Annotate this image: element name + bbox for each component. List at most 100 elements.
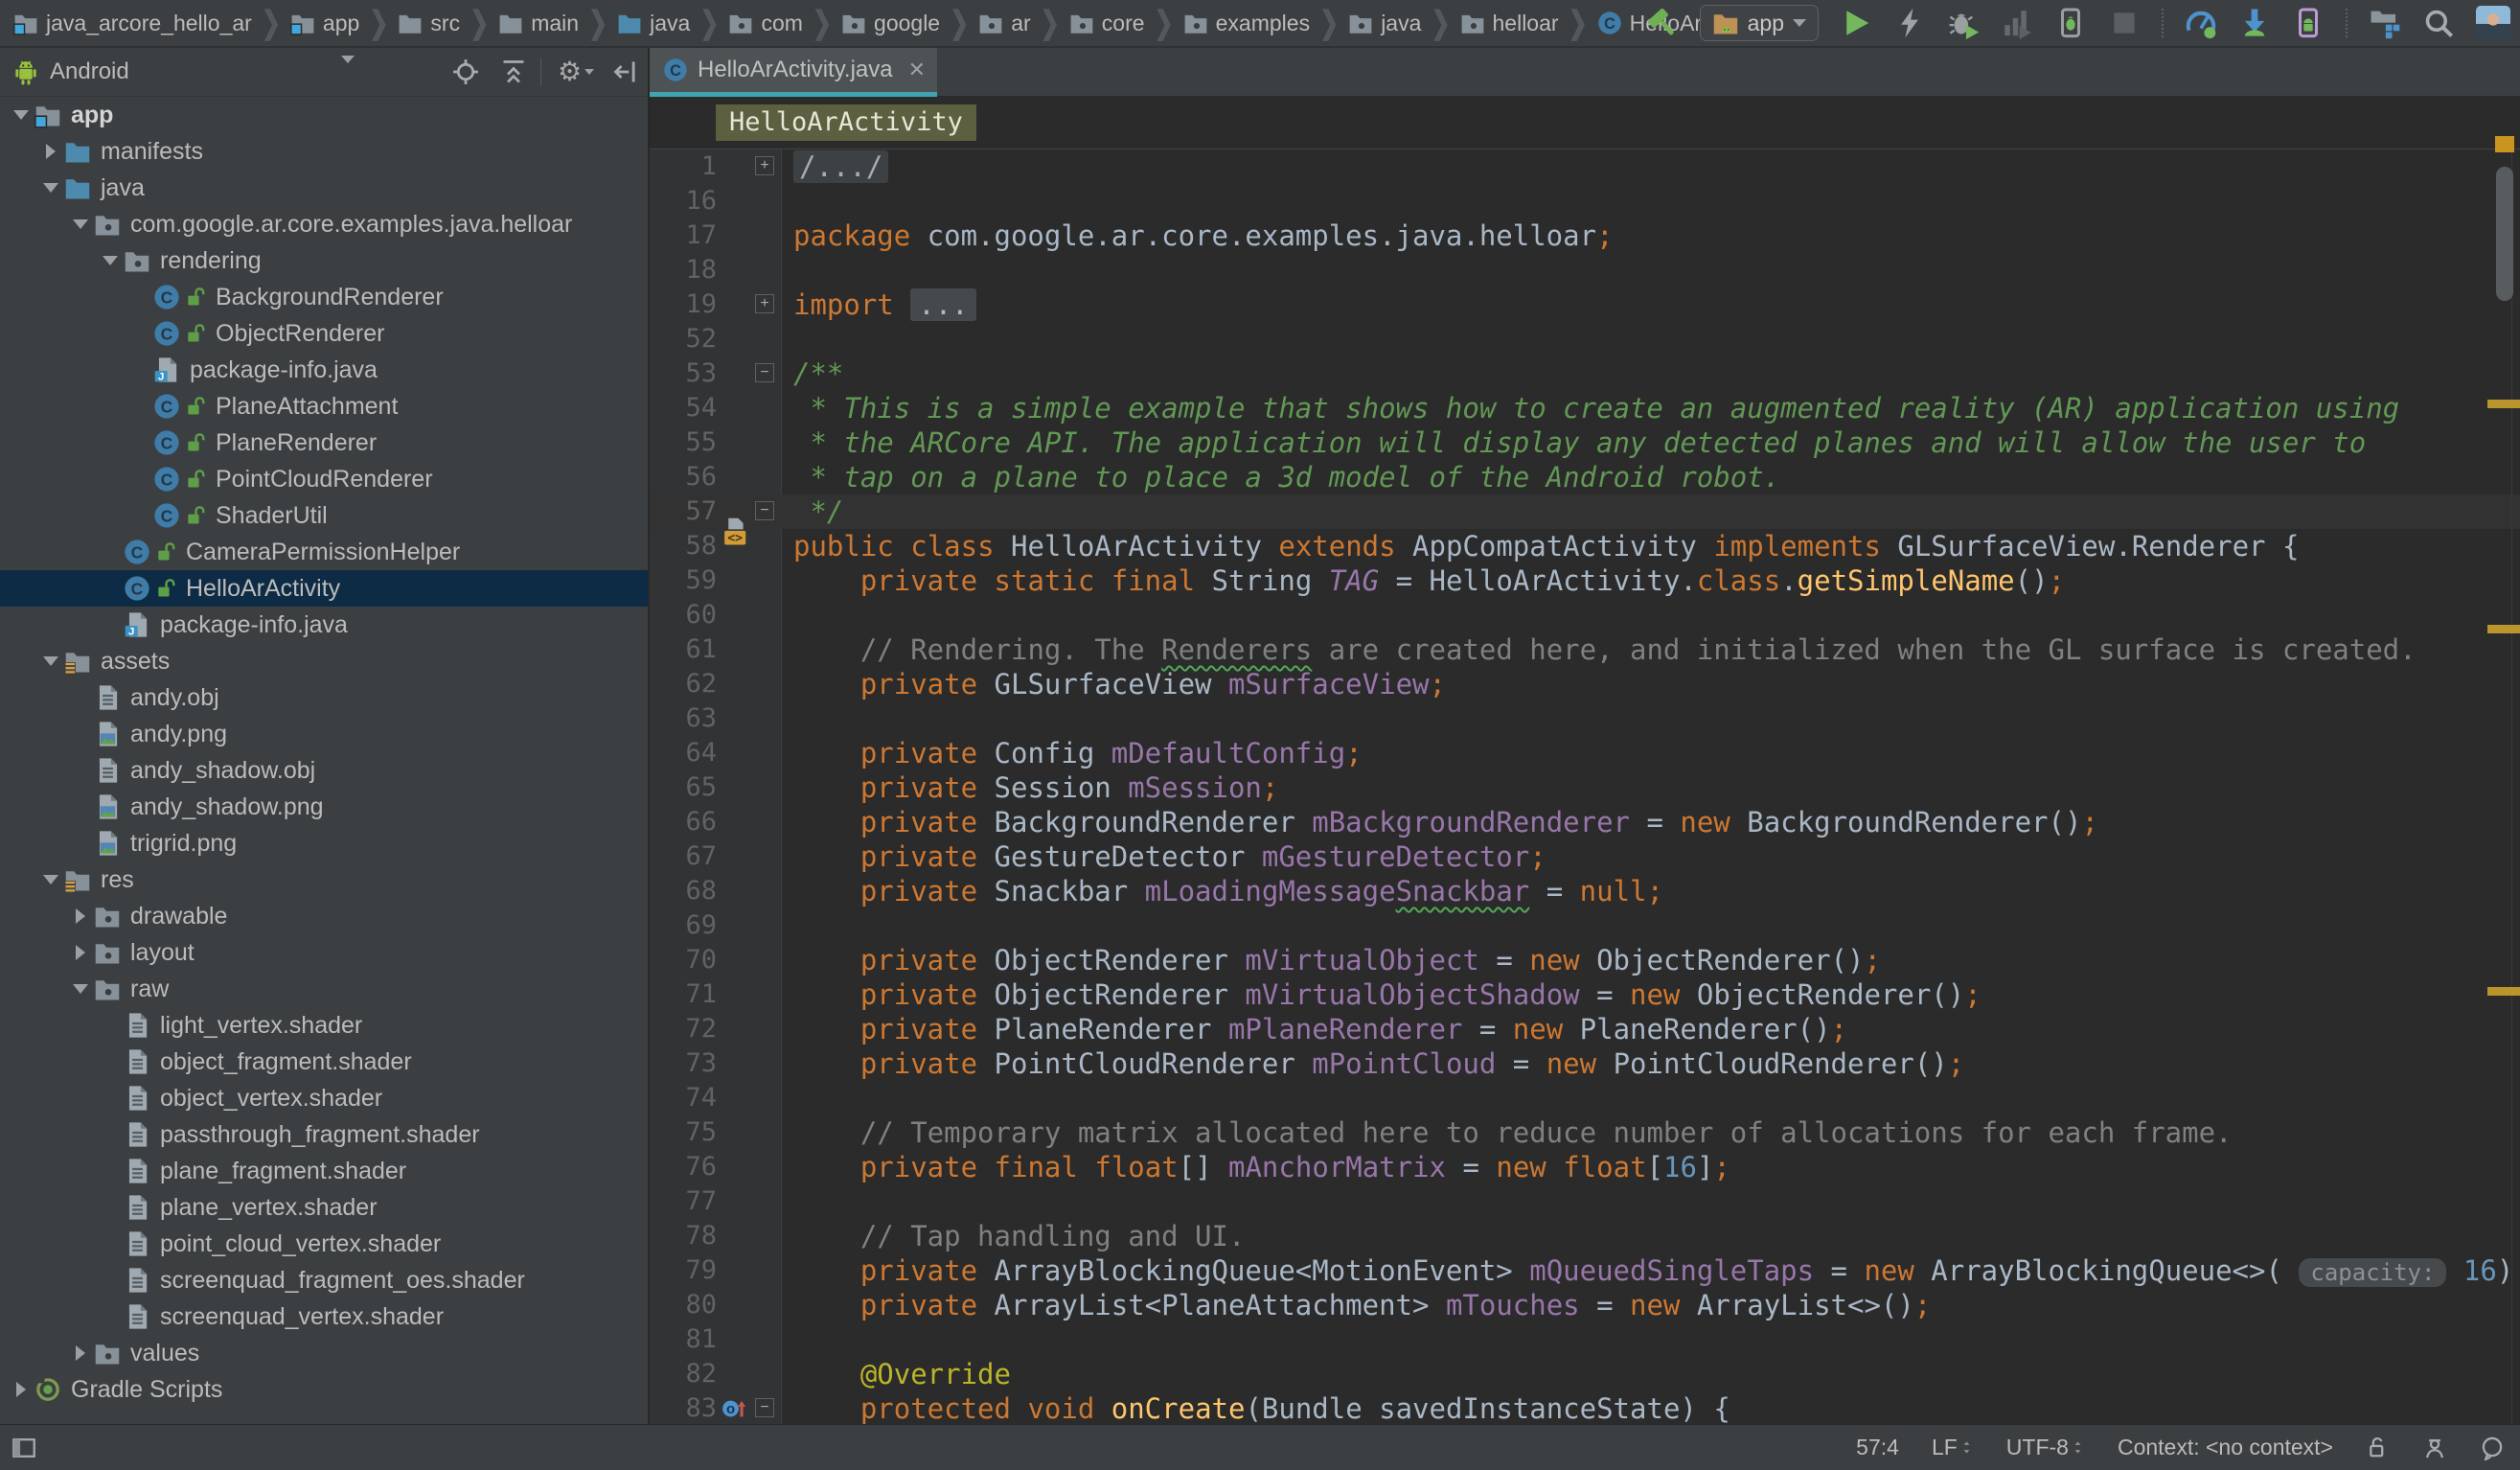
chevron-expanded-icon[interactable] [67, 984, 94, 994]
code-editor[interactable]: 1+/.../1617package com.google.ar.core.ex… [650, 149, 2520, 1424]
tree-item[interactable]: passthrough_fragment.shader [0, 1116, 648, 1153]
code-line[interactable]: 66 private BackgroundRenderer mBackgroun… [650, 805, 2520, 839]
tree-item[interactable]: CShaderUtil [0, 497, 648, 534]
tree-item[interactable]: CObjectRenderer [0, 315, 648, 352]
code-line[interactable]: 59 private static final String TAG = Hel… [650, 563, 2520, 598]
breadcrumb-item[interactable]: google [841, 11, 940, 36]
code-line[interactable]: 79 private ArrayBlockingQueue<MotionEven… [650, 1253, 2520, 1288]
code-line[interactable]: 61 // Rendering. The Renderers are creat… [650, 632, 2520, 667]
tree-item[interactable]: trigrid.png [0, 825, 648, 861]
tree-item[interactable]: CHelloArActivity [0, 570, 648, 607]
tree-item[interactable]: andy.obj [0, 679, 648, 716]
tree-item[interactable]: CPlaneAttachment [0, 388, 648, 425]
breadcrumb-item[interactable]: com [728, 11, 802, 36]
android-profiler-icon[interactable] [2185, 7, 2217, 39]
close-icon[interactable]: ✕ [908, 57, 926, 82]
tree-item[interactable]: point_cloud_vertex.shader [0, 1226, 648, 1262]
tree-item[interactable]: manifests [0, 133, 648, 170]
code-line[interactable]: 1+/.../ [650, 149, 2520, 184]
build-hammer-icon[interactable] [1646, 7, 1679, 39]
code-line[interactable]: 56 * tap on a plane to place a 3d model … [650, 460, 2520, 494]
breadcrumb-item[interactable]: helloar [1460, 11, 1559, 36]
code-line[interactable]: 57− */ [650, 494, 2520, 529]
notification-bubble-icon[interactable] [2480, 1436, 2505, 1460]
code-line[interactable]: 17package com.google.ar.core.examples.ja… [650, 218, 2520, 253]
tree-item[interactable]: Jpackage-info.java [0, 607, 648, 643]
caret-position[interactable]: 57:4 [1856, 1435, 1899, 1460]
tree-item[interactable]: Jpackage-info.java [0, 352, 648, 388]
breadcrumb-item[interactable]: examples [1183, 11, 1310, 36]
tree-item[interactable]: java [0, 170, 648, 206]
code-line[interactable]: 80 private ArrayList<PlaneAttachment> mT… [650, 1288, 2520, 1322]
chevron-collapsed-icon[interactable] [67, 1345, 94, 1361]
collapse-all-icon[interactable] [500, 58, 527, 85]
code-line[interactable]: 19+import ... [650, 287, 2520, 322]
line-separator-widget[interactable]: LF [1932, 1435, 1974, 1460]
breadcrumb-item[interactable]: src [398, 11, 460, 36]
fold-expand-icon[interactable]: + [755, 294, 774, 313]
code-line[interactable]: 82 @Override [650, 1357, 2520, 1391]
code-line[interactable]: 76 private final float[] mAnchorMatrix =… [650, 1150, 2520, 1184]
tree-item[interactable]: layout [0, 934, 648, 971]
tree-item[interactable]: CPlaneRenderer [0, 425, 648, 461]
tree-item[interactable]: values [0, 1335, 648, 1371]
breadcrumb-item[interactable]: core [1069, 11, 1145, 36]
tree-item[interactable]: CCameraPermissionHelper [0, 534, 648, 570]
error-stripe-mark[interactable] [2487, 625, 2520, 633]
chevron-down-icon[interactable] [341, 63, 355, 80]
fold-collapse-icon[interactable]: − [755, 363, 774, 382]
chevron-expanded-icon[interactable] [37, 656, 64, 666]
chevron-collapsed-icon[interactable] [37, 144, 64, 159]
tree-item[interactable]: rendering [0, 242, 648, 279]
code-line[interactable]: 60 [650, 598, 2520, 632]
code-line[interactable]: 77 [650, 1184, 2520, 1219]
chevron-expanded-icon[interactable] [37, 875, 64, 884]
code-line[interactable]: 73 private PointCloudRenderer mPointClou… [650, 1046, 2520, 1081]
lock-icon[interactable] [2366, 1436, 2390, 1459]
inspection-status-square[interactable] [2495, 136, 2514, 152]
run-configuration-selector[interactable]: app [1700, 5, 1819, 41]
user-avatar[interactable] [2476, 6, 2510, 40]
project-view-selector[interactable]: Android [50, 58, 129, 85]
breadcrumb-item[interactable]: java_arcore_hello_ar [13, 11, 252, 36]
tree-item[interactable]: light_vertex.shader [0, 1007, 648, 1044]
tree-item[interactable]: res [0, 861, 648, 898]
code-line[interactable]: 67 private GestureDetector mGestureDetec… [650, 839, 2520, 874]
chevron-expanded-icon[interactable] [97, 256, 124, 265]
code-line[interactable]: 75 // Temporary matrix allocated here to… [650, 1115, 2520, 1150]
code-line[interactable]: 52 [650, 322, 2520, 356]
highlighting-level-icon[interactable] [2422, 1436, 2447, 1460]
toolwindow-toggle-icon[interactable] [11, 1436, 36, 1460]
profile-icon[interactable] [2001, 7, 2033, 39]
chevron-expanded-icon[interactable] [67, 219, 94, 229]
project-structure-icon[interactable] [2369, 7, 2401, 39]
tree-item[interactable]: raw [0, 971, 648, 1007]
code-line[interactable]: 62 private GLSurfaceView mSurfaceView; [650, 667, 2520, 701]
tree-item[interactable]: com.google.ar.core.examples.java.helloar [0, 206, 648, 242]
breadcrumb-class-chip[interactable]: HelloArActivity [716, 104, 976, 141]
code-line[interactable]: 71 private ObjectRenderer mVirtualObject… [650, 977, 2520, 1012]
avd-manager-icon[interactable] [2292, 7, 2325, 39]
tree-item[interactable]: object_fragment.shader [0, 1044, 648, 1080]
code-line[interactable]: 18 [650, 253, 2520, 287]
encoding-widget[interactable]: UTF-8 [2006, 1435, 2085, 1460]
fold-expand-icon[interactable]: + [755, 156, 774, 175]
context-widget[interactable]: Context: <no context> [2118, 1435, 2333, 1460]
code-line[interactable]: 72 private PlaneRenderer mPlaneRenderer … [650, 1012, 2520, 1046]
code-line[interactable]: 63 [650, 701, 2520, 736]
code-line[interactable]: 69 [650, 908, 2520, 943]
error-stripe-mark[interactable] [2487, 987, 2520, 996]
tree-item[interactable]: CBackgroundRenderer [0, 279, 648, 315]
tree-item[interactable]: object_vertex.shader [0, 1080, 648, 1116]
attach-debugger-icon[interactable] [2054, 7, 2087, 39]
scrollbar-thumb[interactable] [2496, 167, 2513, 301]
tree-item[interactable]: screenquad_vertex.shader [0, 1298, 648, 1335]
chevron-collapsed-icon[interactable] [67, 945, 94, 960]
code-line[interactable]: 70 private ObjectRenderer mVirtualObject… [650, 943, 2520, 977]
tree-item[interactable]: screenquad_fragment_oes.shader [0, 1262, 648, 1298]
tree-item[interactable]: plane_fragment.shader [0, 1153, 648, 1189]
hide-panel-icon[interactable] [611, 58, 638, 85]
tree-item[interactable]: drawable [0, 898, 648, 934]
search-everywhere-icon[interactable] [2422, 7, 2455, 39]
code-line[interactable]: 16 [650, 184, 2520, 218]
